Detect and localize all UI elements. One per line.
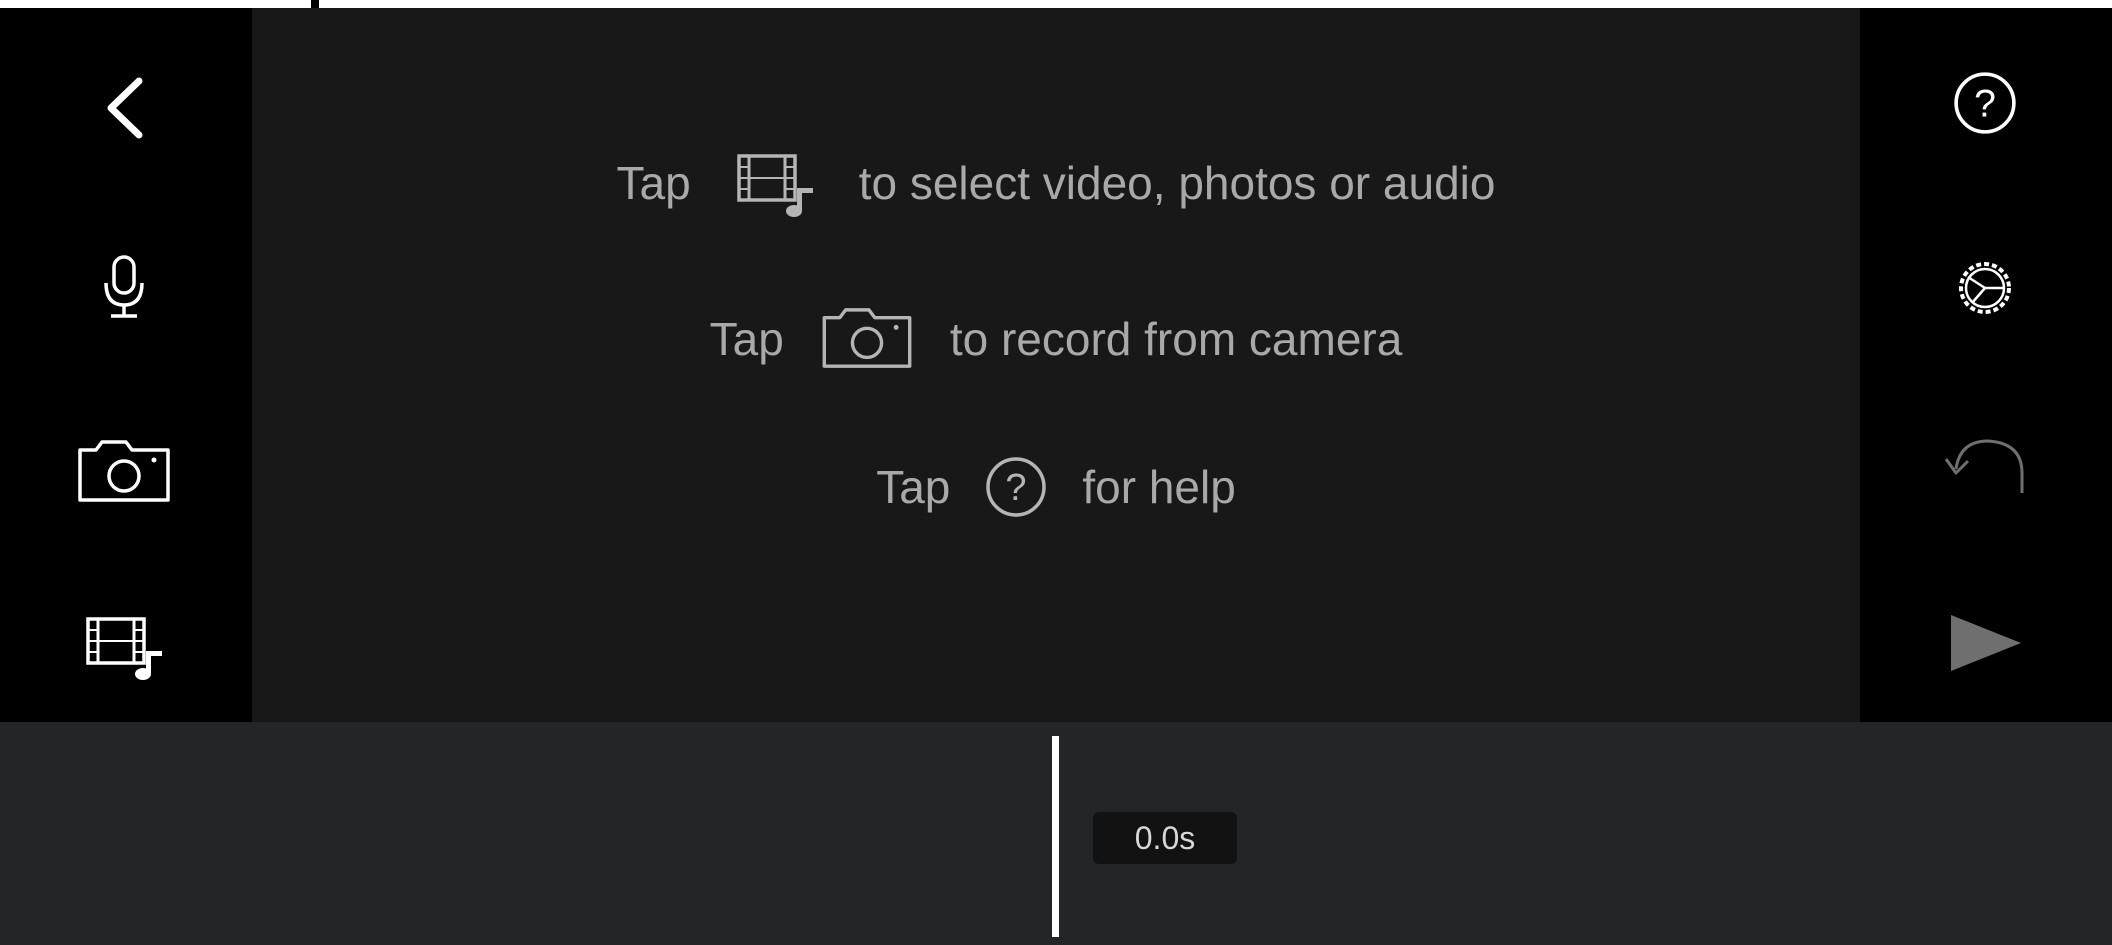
- hint-help: Tap ? for help: [252, 452, 1860, 522]
- camera-button[interactable]: [64, 422, 184, 522]
- hint-help-text: for help: [1082, 461, 1236, 513]
- hint-tap-label: Tap: [709, 313, 784, 365]
- chevron-left-icon: [107, 77, 143, 139]
- top-edge-notch: [311, 0, 319, 8]
- help-button[interactable]: ?: [1925, 53, 2045, 153]
- media-picker-button[interactable]: [64, 596, 184, 696]
- record-audio-button[interactable]: [64, 238, 184, 338]
- left-toolbar: [0, 8, 252, 722]
- undo-icon: [1944, 439, 2024, 493]
- playhead[interactable]: [1052, 736, 1059, 937]
- hint-select-media-text: to select video, photos or audio: [858, 157, 1496, 209]
- back-button[interactable]: [66, 58, 186, 158]
- hint-record-camera-text: to record from camera: [949, 313, 1403, 365]
- film-music-icon: [86, 617, 162, 680]
- time-position-badge: 0.0s: [1093, 812, 1237, 864]
- help-icon: ?: [984, 455, 1048, 519]
- hint-tap-label: Tap: [616, 157, 691, 209]
- empty-project-stage: Tap to select video, photos or audio Tap…: [252, 8, 1860, 722]
- right-toolbar: ?: [1860, 8, 2112, 722]
- settings-button[interactable]: [1925, 238, 2045, 338]
- hint-select-media: Tap to select video, photos or audio: [252, 148, 1860, 218]
- microphone-icon: [104, 255, 144, 318]
- play-icon: [1951, 615, 2021, 671]
- play-button[interactable]: [1925, 593, 2045, 693]
- help-icon: ?: [1954, 72, 2016, 134]
- undo-button[interactable]: [1925, 416, 2045, 516]
- camera-icon: [818, 306, 916, 372]
- hint-tap-label: Tap: [876, 461, 951, 513]
- svg-text:?: ?: [1006, 467, 1027, 509]
- hint-record-camera: Tap to record from camera: [252, 304, 1860, 374]
- gear-icon: [1959, 262, 2011, 314]
- svg-text:?: ?: [1974, 82, 1996, 125]
- film-music-icon: [725, 148, 825, 218]
- camera-icon: [78, 440, 170, 502]
